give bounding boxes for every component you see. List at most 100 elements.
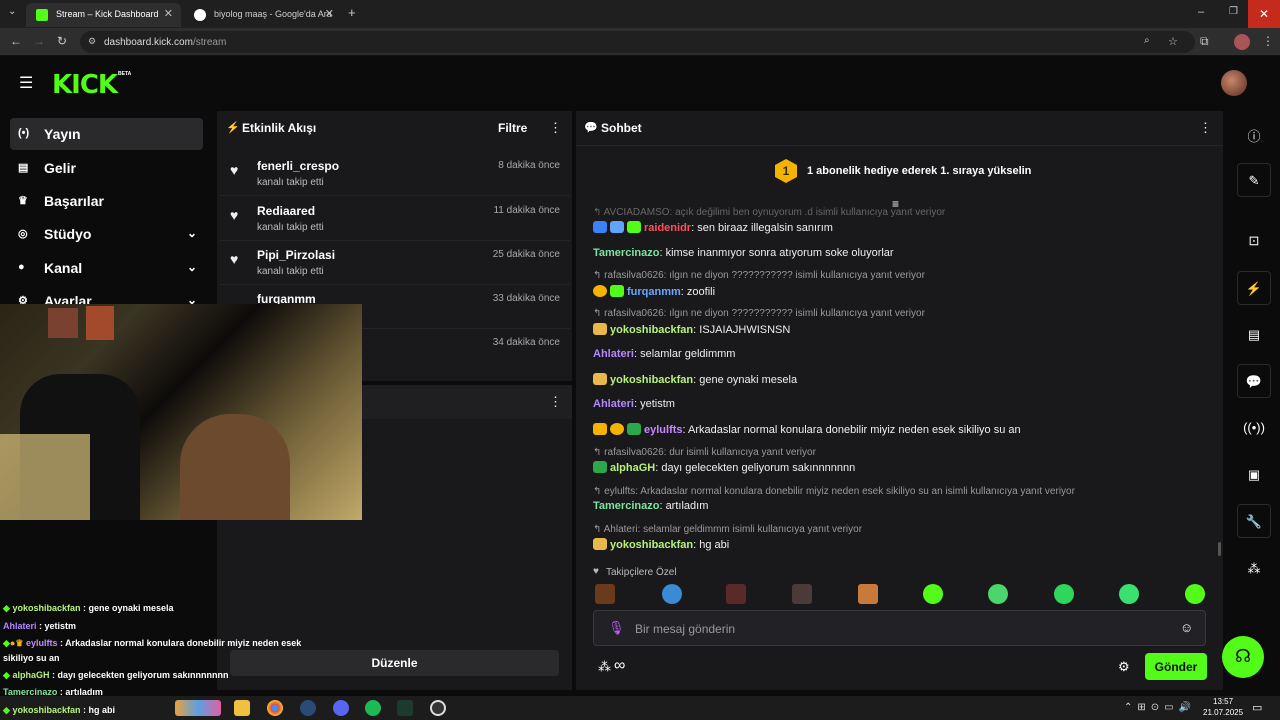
- close-tab-icon[interactable]: ✕: [164, 7, 173, 20]
- info-icon[interactable]: ⓘ: [1237, 117, 1271, 151]
- nav-basarilar[interactable]: ♛ Başarılar: [10, 185, 203, 217]
- nav-label: Gelir: [44, 160, 76, 176]
- discord-icon[interactable]: [333, 700, 349, 716]
- taskbar-widget-icon[interactable]: [175, 700, 221, 716]
- emote-icon[interactable]: [923, 584, 943, 604]
- chat-username[interactable]: Tamercinazo: [593, 500, 659, 512]
- event-item: ♥ Pipi_Pirzolasi kanalı takip etti 25 da…: [220, 241, 570, 285]
- clock-date[interactable]: 21.07.2025: [1203, 708, 1243, 717]
- send-button[interactable]: Gönder: [1145, 653, 1207, 680]
- nav-yayin[interactable]: (•) Yayın: [10, 118, 203, 150]
- chat-username[interactable]: eylulfts: [644, 424, 683, 436]
- spotify-icon[interactable]: [365, 700, 381, 716]
- wrench-icon[interactable]: 🔧: [1237, 504, 1271, 538]
- chat-username[interactable]: furqanmm: [627, 286, 681, 298]
- event-user[interactable]: Pipi_Pirzolasi: [257, 248, 335, 262]
- emoji-icon[interactable]: ☺: [1180, 620, 1193, 635]
- badge-icon: [593, 221, 607, 233]
- event-action: kanalı takip etti: [257, 177, 324, 188]
- chat-text: selamlar geldimmm: [640, 348, 736, 360]
- file-explorer-icon[interactable]: [234, 700, 250, 716]
- user-avatar[interactable]: [1221, 70, 1247, 96]
- clock-time[interactable]: 13:57: [1213, 697, 1233, 706]
- chat-scrollbar[interactable]: [1218, 542, 1221, 556]
- kick-logo[interactable]: KICK: [52, 70, 118, 100]
- chat-more-icon[interactable]: ⋮: [1199, 120, 1212, 136]
- overlay-user: yokoshibackfan: [12, 603, 81, 613]
- emote-icon[interactable]: [858, 584, 878, 604]
- emote-icon[interactable]: [595, 584, 615, 604]
- nav-kanal[interactable]: ● Kanal ⌄: [10, 252, 203, 284]
- chat-username[interactable]: yokoshibackfan: [610, 374, 693, 386]
- event-time: 11 dakika önce: [493, 205, 560, 216]
- emote-icon[interactable]: [726, 584, 746, 604]
- reload-icon[interactable]: ↻: [57, 34, 67, 48]
- tab-google-search[interactable]: biyolog maaş - Google'da Ara ✕: [184, 3, 342, 27]
- chat-username[interactable]: yokoshibackfan: [610, 539, 693, 551]
- nav-studyo[interactable]: ◎ Stüdyo ⌄: [10, 218, 203, 250]
- new-tab-icon[interactable]: +: [348, 5, 356, 20]
- panel-more-icon[interactable]: ⋮: [549, 394, 562, 410]
- site-info-icon[interactable]: ⚙: [88, 36, 96, 47]
- capture-icon[interactable]: ⊡: [1237, 224, 1271, 258]
- emote-icon[interactable]: [662, 584, 682, 604]
- terminal-icon[interactable]: [397, 700, 413, 716]
- extensions-icon[interactable]: ⧉: [1200, 34, 1209, 49]
- lightning-panel-icon[interactable]: ⚡: [1237, 271, 1271, 305]
- wall-light-shape: [0, 434, 90, 520]
- chat-username[interactable]: alphaGH: [610, 462, 655, 474]
- reply-text: eylulfts: Arkadaslar normal konulara don…: [604, 486, 1075, 497]
- tab-list-icon[interactable]: ⌄: [8, 6, 16, 17]
- support-headset-button[interactable]: ☊: [1222, 636, 1264, 678]
- reply-context: ↰ rafasilva0626: dur isimli kullanıcıya …: [593, 447, 816, 458]
- chat-panel-icon[interactable]: 💬: [1237, 364, 1271, 398]
- chat-settings-icon[interactable]: ⚙: [1118, 659, 1130, 675]
- close-window-button[interactable]: ✕: [1248, 0, 1280, 28]
- gift-promo[interactable]: 1 1 abonelik hediye ederek 1. sıraya yük…: [576, 146, 1223, 206]
- edit-button[interactable]: Düzenle: [230, 650, 559, 676]
- address-bar[interactable]: ⚙ dashboard.kick.com/stream ⌕ ☆: [80, 31, 1195, 53]
- broadcast-panel-icon[interactable]: ((•)): [1237, 411, 1271, 445]
- emote-icon[interactable]: [1185, 584, 1205, 604]
- chat-username[interactable]: Tamercinazo: [593, 247, 659, 259]
- emote-icon[interactable]: [1119, 584, 1139, 604]
- steam-icon[interactable]: [300, 700, 316, 716]
- chat-username[interactable]: Ahlateri: [593, 348, 634, 360]
- event-user[interactable]: fenerli_crespo: [257, 159, 339, 173]
- share-icon[interactable]: ⁂: [1237, 552, 1271, 586]
- filter-button[interactable]: Filtre: [498, 121, 527, 135]
- zoom-icon[interactable]: ⌕: [1144, 35, 1150, 46]
- forward-icon[interactable]: →: [33, 34, 45, 48]
- restore-icon[interactable]: ❐: [1229, 6, 1238, 17]
- chat-input[interactable]: 🎙 Bir mesaj gönderin ☺: [593, 610, 1206, 646]
- event-user[interactable]: Rediaared: [257, 204, 315, 218]
- badge-icon: [610, 285, 624, 297]
- back-icon[interactable]: ←: [10, 34, 22, 48]
- edit-pencil-icon[interactable]: ✎: [1237, 163, 1271, 197]
- notes-icon[interactable]: ▤: [1237, 318, 1271, 352]
- hamburger-menu-icon[interactable]: ☰: [19, 73, 33, 93]
- chat-message: yokoshibackfan: ISJAIAJHWISNSN: [593, 323, 790, 336]
- emote-icon[interactable]: [1054, 584, 1074, 604]
- microphone-icon[interactable]: 🎙: [608, 620, 625, 636]
- bookmark-star-icon[interactable]: ☆: [1168, 35, 1178, 48]
- notification-icon[interactable]: ▭: [1252, 701, 1262, 714]
- nav-gelir[interactable]: ▤ Gelir: [10, 152, 203, 184]
- close-tab-icon[interactable]: ✕: [325, 7, 334, 20]
- chat-username[interactable]: Ahlateri: [593, 398, 634, 410]
- nav-ayarlar[interactable]: ⚙ Ayarlar ⌄: [10, 285, 203, 305]
- chat-username[interactable]: raidenidr: [644, 222, 691, 234]
- browser-menu-icon[interactable]: ⋮: [1262, 34, 1274, 48]
- emote-icon[interactable]: [988, 584, 1008, 604]
- profile-avatar[interactable]: [1234, 34, 1250, 50]
- obs-icon[interactable]: [430, 700, 446, 716]
- tray-icons[interactable]: ⌃⊞⊙▭🔊: [1124, 702, 1196, 713]
- emote-icon[interactable]: [792, 584, 812, 604]
- chat-username[interactable]: yokoshibackfan: [610, 324, 693, 336]
- points-icon[interactable]: ⁂: [598, 659, 611, 675]
- chrome-icon[interactable]: [267, 700, 283, 716]
- minimize-icon[interactable]: –: [1198, 6, 1204, 18]
- activity-more-icon[interactable]: ⋮: [549, 120, 562, 136]
- media-icon[interactable]: ▣: [1237, 458, 1271, 492]
- tab-kick-dashboard[interactable]: Stream – Kick Dashboard ✕: [26, 3, 181, 27]
